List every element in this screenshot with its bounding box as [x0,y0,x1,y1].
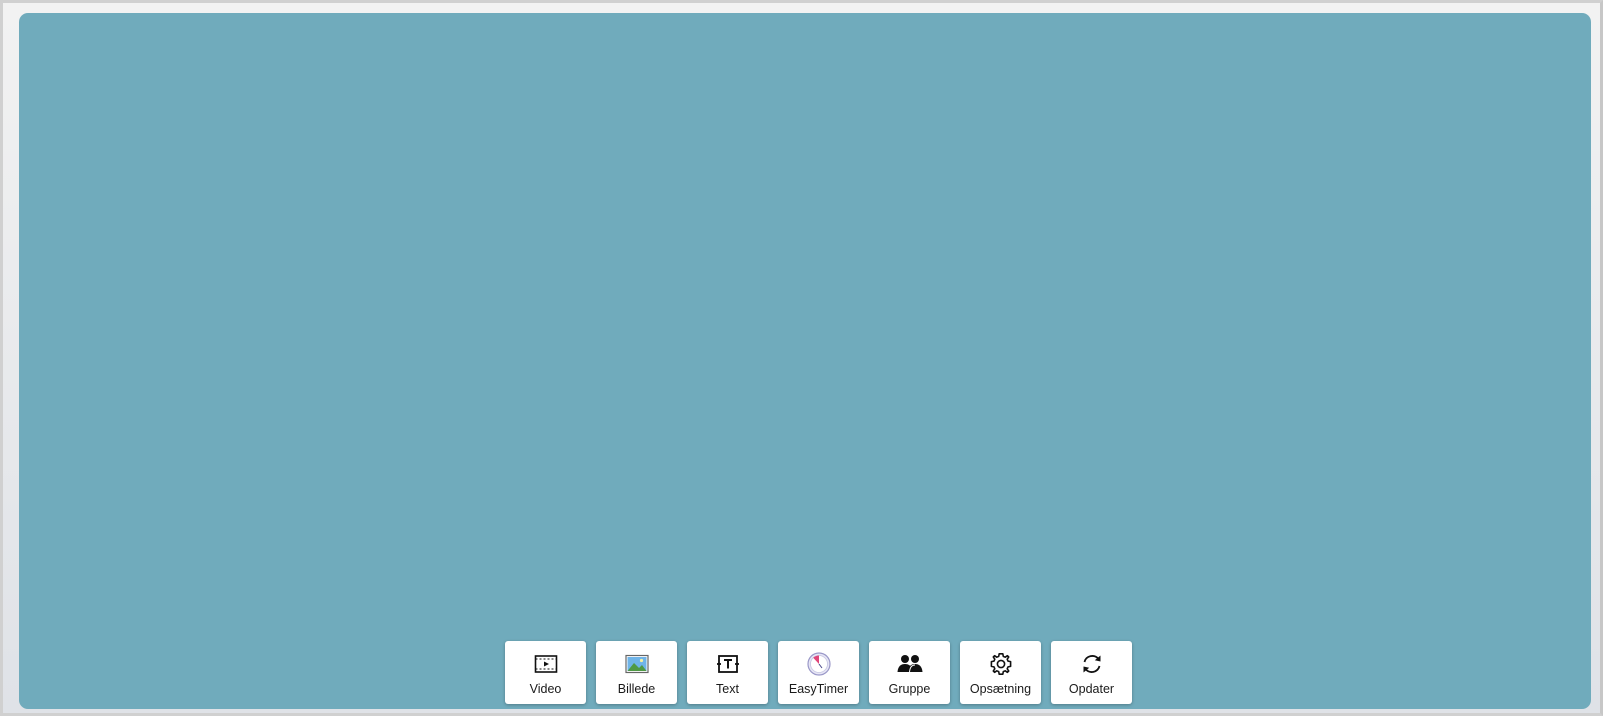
group-button[interactable]: Gruppe [869,641,950,704]
window-frame: Video Billede Text EasyTimer Gruppe Opsæ… [0,0,1603,716]
image-icon [624,651,649,677]
timer-icon [806,651,831,677]
gear-icon [989,651,1013,677]
easytimer-button-label: EasyTimer [788,682,849,696]
video-button[interactable]: Video [505,641,586,704]
video-button-label: Video [529,682,562,696]
refresh-icon [1080,651,1104,677]
group-button-label: Gruppe [888,682,931,696]
refresh-button-label: Opdater [1068,682,1115,696]
settings-button[interactable]: Opsætning [960,641,1041,704]
main-canvas[interactable]: Video Billede Text EasyTimer Gruppe Opsæ… [19,13,1591,709]
text-icon [716,651,740,677]
easytimer-button[interactable]: EasyTimer [778,641,859,704]
image-button-label: Billede [617,682,656,696]
image-button[interactable]: Billede [596,641,677,704]
text-button-label: Text [716,682,739,696]
text-button[interactable]: Text [687,641,768,704]
settings-button-label: Opsætning [969,682,1032,696]
refresh-button[interactable]: Opdater [1051,641,1132,704]
bottom-toolbar: Video Billede Text EasyTimer Gruppe Opsæ… [505,641,1132,704]
video-icon [534,651,558,677]
group-icon [896,651,924,677]
